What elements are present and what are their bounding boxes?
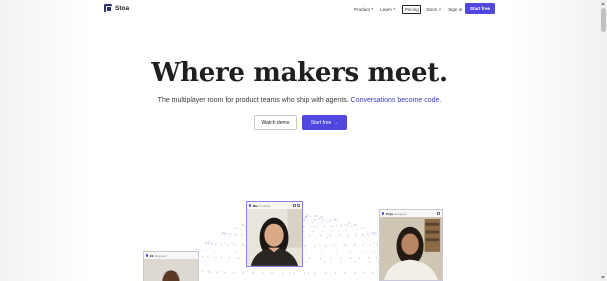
nav-product[interactable]: Product ▾ [354, 7, 373, 12]
stoa-logo-icon [104, 4, 112, 12]
top-nav: Stoa Product ▾ Learn ▾ Pricing Docs ↗ Sign … [0, 0, 599, 17]
participant-name: Priya [385, 211, 394, 216]
participant-video [380, 217, 442, 280]
status-dot-icon [146, 254, 149, 257]
camera-icon[interactable] [292, 204, 296, 207]
participant-role: Engineer [154, 253, 167, 258]
video-tile[interactable]: Mia Founder [246, 201, 303, 267]
page: Stoa Product ▾ Learn ▾ Pricing Docs ↗ Sign … [0, 0, 599, 281]
chevron-down-icon: ▾ [393, 7, 396, 12]
page-scrollbar[interactable] [599, 0, 607, 281]
nav-product-label: Product [354, 6, 370, 12]
mic-icon[interactable] [297, 204, 300, 207]
participant-role: Founder [259, 203, 271, 208]
scroll-up-arrow-icon[interactable] [600, 2, 605, 5]
chevron-down-icon: ▾ [371, 7, 374, 12]
nav-start-free-button[interactable]: Start free [465, 3, 495, 14]
video-tile[interactable]: Priya Designer [379, 209, 443, 281]
video-tile-header: Mia Founder [247, 202, 302, 209]
nav-links: Product ▾ Learn ▾ Pricing Docs ↗ Sign in [354, 5, 469, 14]
participant-name: Eli [149, 253, 154, 258]
nav-learn[interactable]: Learn ▾ [380, 7, 395, 12]
hero-start-free-button[interactable]: Start free → [302, 115, 347, 130]
nav-sign-in[interactable]: Sign in [448, 7, 462, 12]
scrollbar-thumb[interactable] [600, 8, 606, 32]
video-tile-header: Priya Designer [380, 210, 442, 217]
hero-title: Where makers meet. [151, 58, 448, 88]
participant-video [144, 259, 198, 281]
nav-docs-label: Docs [426, 6, 437, 12]
hero-start-free-label: Start free [310, 119, 332, 126]
arrow-right-icon: → [333, 119, 339, 126]
external-link-icon: ↗ [437, 6, 442, 12]
watch-demo-button[interactable]: Watch demo [254, 115, 297, 130]
status-dot-icon [382, 212, 385, 215]
camera-icon[interactable] [437, 212, 440, 215]
nav-learn-label: Learn [380, 6, 392, 12]
hero-subtitle-highlight: Conversations become code. [350, 97, 442, 104]
nav-pricing[interactable]: Pricing [402, 5, 422, 14]
nav-docs[interactable]: Docs ↗ [426, 7, 441, 12]
scroll-down-arrow-icon[interactable] [600, 276, 605, 279]
participant-name: Mia [252, 203, 258, 208]
video-tile[interactable]: Eli Engineer [143, 251, 199, 281]
hero-subtitle-text: The multiplayer room for product teams w… [157, 97, 349, 104]
hero-subtitle: The multiplayer room for product teams w… [0, 97, 599, 104]
status-dot-icon [249, 204, 252, 207]
participant-video [247, 209, 302, 266]
brand-name: Stoa [115, 4, 130, 12]
video-tile-header: Eli Engineer [144, 252, 198, 259]
brand-logo[interactable]: Stoa [104, 4, 129, 12]
participant-role: Designer [394, 211, 407, 216]
